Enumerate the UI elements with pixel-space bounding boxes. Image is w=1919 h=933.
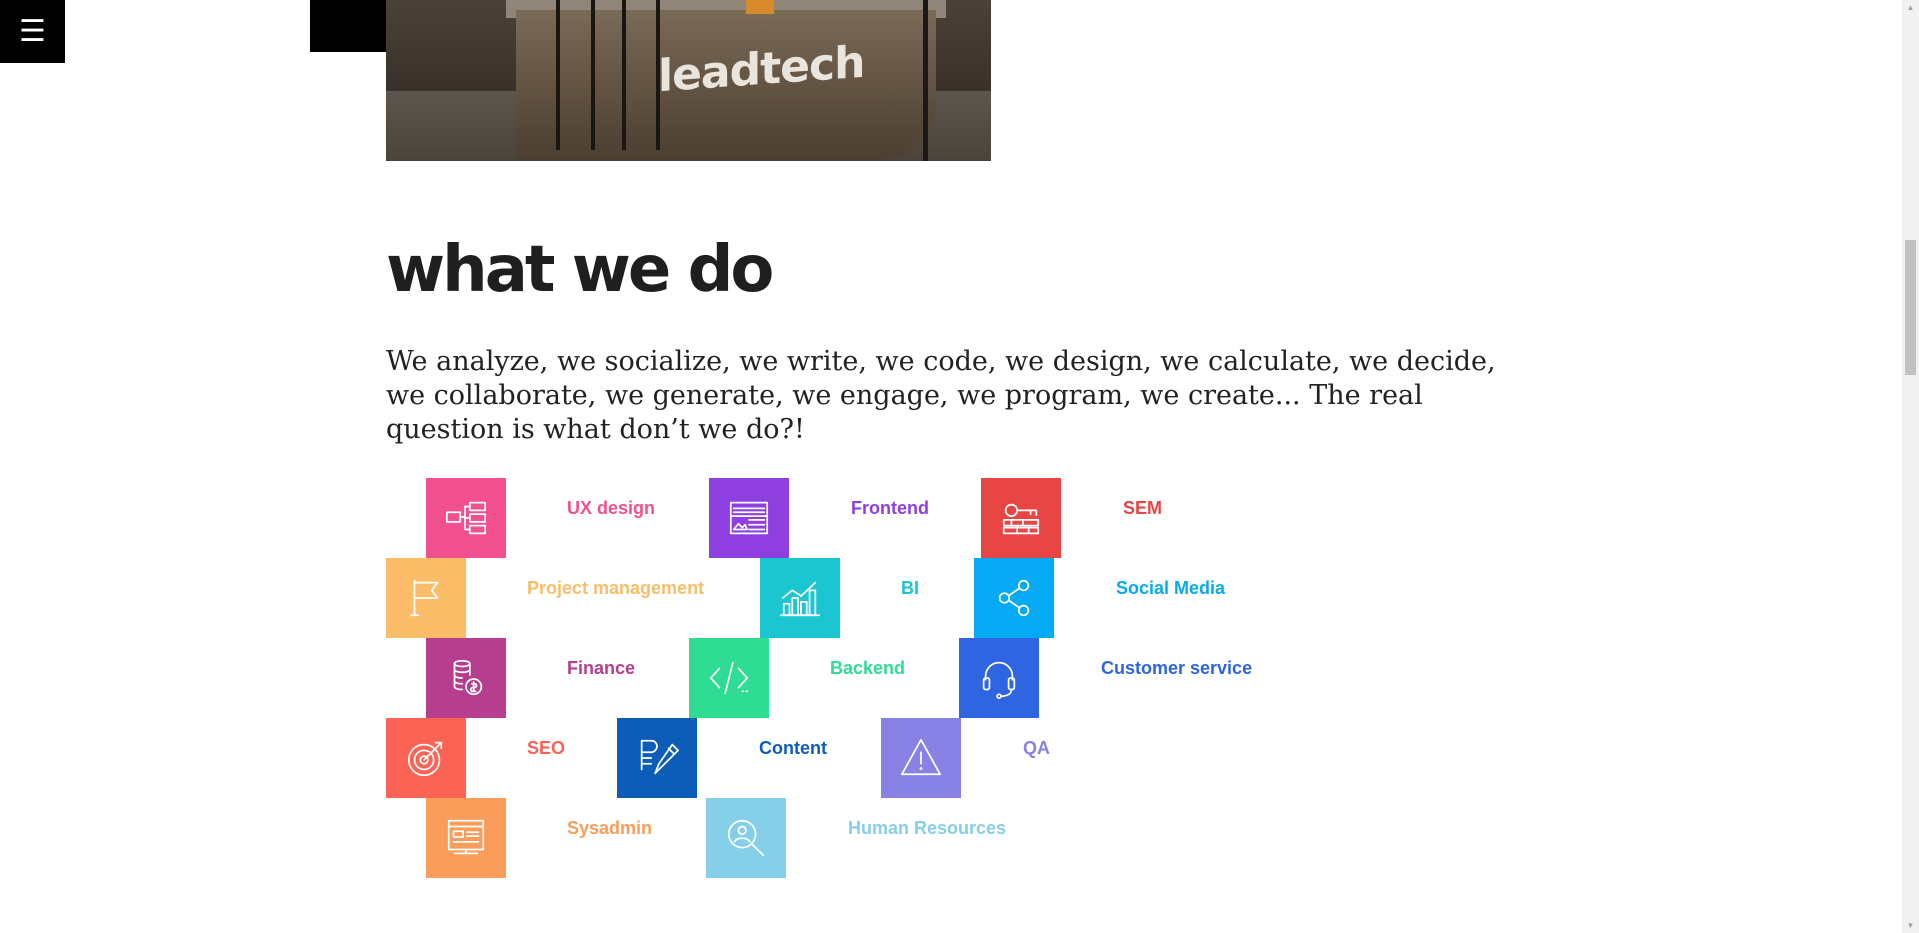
hamburger-icon: ☰ bbox=[19, 14, 46, 49]
service-tile-sysadmin[interactable] bbox=[426, 798, 506, 878]
scrollbar[interactable]: ▲ ▼ bbox=[1902, 0, 1919, 933]
service-label-seo[interactable]: SEO bbox=[527, 738, 565, 759]
scroll-up-arrow[interactable]: ▲ bbox=[1902, 0, 1919, 15]
menu-button[interactable]: ☰ bbox=[0, 0, 65, 63]
service-label-project-management[interactable]: Project management bbox=[527, 578, 704, 599]
headset-icon bbox=[976, 655, 1022, 701]
service-label-qa[interactable]: QA bbox=[1023, 738, 1050, 759]
service-label-sem[interactable]: SEM bbox=[1123, 498, 1162, 519]
service-tile-seo[interactable] bbox=[386, 718, 466, 798]
section-intro: We analyze, we socialize, we write, we c… bbox=[386, 346, 1496, 445]
search-person-icon bbox=[723, 815, 769, 861]
service-tile-ux-design[interactable] bbox=[426, 478, 506, 558]
bar-chart-icon bbox=[777, 575, 823, 621]
layout-icon bbox=[726, 495, 772, 541]
service-label-bi[interactable]: BI bbox=[901, 578, 919, 599]
section-heading: what we do bbox=[386, 233, 774, 307]
service-tile-customer-service[interactable] bbox=[959, 638, 1039, 718]
service-tile-bi[interactable] bbox=[760, 558, 840, 638]
service-tile-frontend[interactable] bbox=[709, 478, 789, 558]
share-icon bbox=[991, 575, 1037, 621]
target-icon bbox=[403, 735, 449, 781]
service-tile-human-resources[interactable] bbox=[706, 798, 786, 878]
service-label-content[interactable]: Content bbox=[759, 738, 827, 759]
flag-icon bbox=[403, 575, 449, 621]
server-icon bbox=[443, 815, 489, 861]
flowchart-icon bbox=[443, 495, 489, 541]
hero-photo: leadtech bbox=[386, 0, 991, 161]
code-icon bbox=[706, 655, 752, 701]
decorative-block bbox=[310, 0, 388, 52]
service-label-customer-service[interactable]: Customer service bbox=[1101, 658, 1252, 679]
service-tile-project-management[interactable] bbox=[386, 558, 466, 638]
scroll-thumb[interactable] bbox=[1905, 240, 1916, 375]
coins-icon bbox=[443, 655, 489, 701]
warning-icon bbox=[898, 735, 944, 781]
service-label-ux-design[interactable]: UX design bbox=[567, 498, 655, 519]
service-tile-sem[interactable] bbox=[981, 478, 1061, 558]
key-icon bbox=[998, 495, 1044, 541]
service-tile-finance[interactable] bbox=[426, 638, 506, 718]
pencil-icon bbox=[634, 735, 680, 781]
service-tile-content[interactable] bbox=[617, 718, 697, 798]
service-label-social-media[interactable]: Social Media bbox=[1116, 578, 1225, 599]
service-label-frontend[interactable]: Frontend bbox=[851, 498, 929, 519]
service-label-backend[interactable]: Backend bbox=[830, 658, 905, 679]
service-label-sysadmin[interactable]: Sysadmin bbox=[567, 818, 652, 839]
service-tile-social-media[interactable] bbox=[974, 558, 1054, 638]
scroll-down-arrow[interactable]: ▼ bbox=[1902, 918, 1919, 933]
service-tile-qa[interactable] bbox=[881, 718, 961, 798]
service-tile-backend[interactable] bbox=[689, 638, 769, 718]
service-label-human-resources[interactable]: Human Resources bbox=[848, 818, 1006, 839]
service-label-finance[interactable]: Finance bbox=[567, 658, 635, 679]
